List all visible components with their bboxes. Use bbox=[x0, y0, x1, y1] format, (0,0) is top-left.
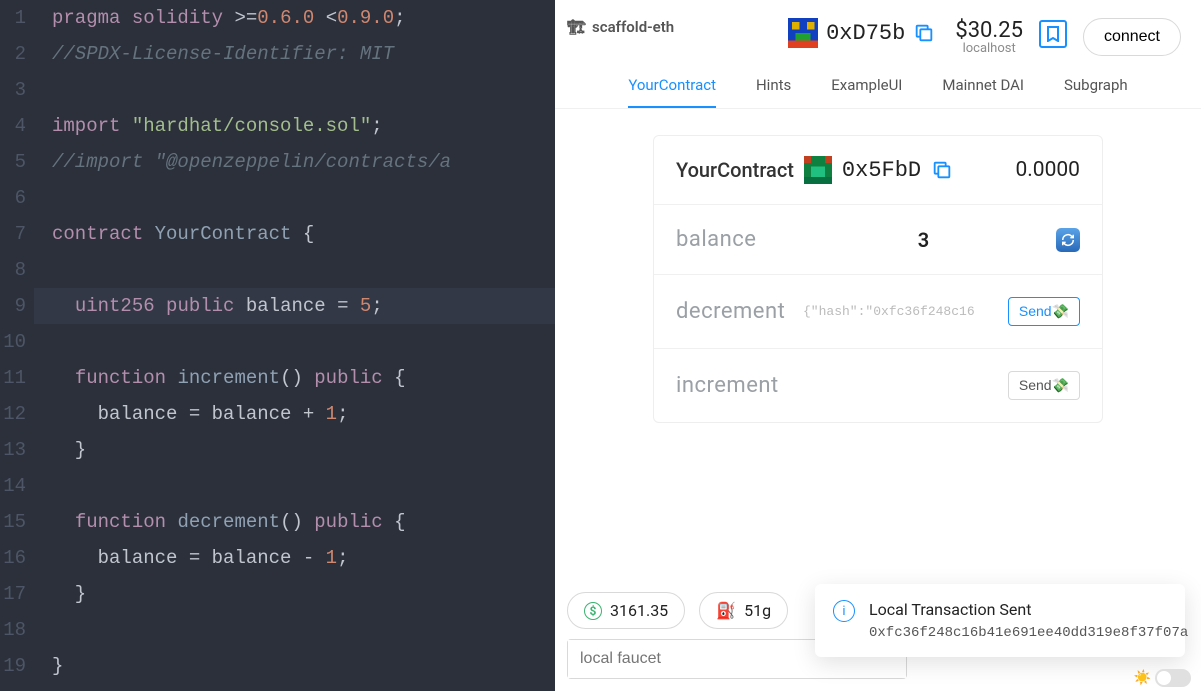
editor-code[interactable]: pragma solidity >=0.6.0 <0.9.0; //SPDX-L… bbox=[34, 0, 555, 691]
eth-balance-value: 3161.35 bbox=[610, 601, 668, 620]
decrement-send-button[interactable]: Send💸 bbox=[1008, 297, 1080, 326]
contract-card: YourContract 0x5FbD 0.0000 balance 3 dec… bbox=[653, 135, 1103, 423]
bookmark-icon bbox=[1046, 26, 1060, 42]
dollar-icon: $ bbox=[584, 602, 602, 620]
wallet-balance-amount: $30.25 bbox=[955, 18, 1023, 43]
increment-row: increment Send💸 bbox=[654, 348, 1102, 422]
fuel-icon: ⛽ bbox=[716, 601, 736, 620]
toast-hash: 0xfc36f248c16b41e691ee40dd319e8f37f07a bbox=[869, 625, 1188, 641]
contract-balance[interactable]: 0.0000 bbox=[1015, 158, 1080, 182]
balance-row: balance 3 bbox=[654, 204, 1102, 274]
wallet-address-short: 0xD75b bbox=[826, 21, 905, 46]
app-header: 🏗 scaffold-eth 0xD75b $30.25 localhost c… bbox=[555, 0, 1201, 56]
balance-label: balance bbox=[676, 227, 791, 252]
transaction-toast: i Local Transaction Sent 0xfc36f248c16b4… bbox=[815, 584, 1185, 657]
refresh-icon bbox=[1061, 233, 1075, 247]
connect-button[interactable]: connect bbox=[1083, 18, 1181, 56]
network-host: localhost bbox=[963, 41, 1016, 56]
decrement-hash-preview: {"hash":"0xfc36f248c16 bbox=[803, 304, 996, 319]
tab-hints[interactable]: Hints bbox=[756, 76, 791, 108]
wallet-bookmark-button[interactable] bbox=[1039, 20, 1067, 48]
refresh-button[interactable] bbox=[1056, 228, 1080, 252]
nav-tabs: YourContract Hints ExampleUI Mainnet DAI Sub… bbox=[555, 56, 1201, 109]
toast-title: Local Transaction Sent bbox=[869, 600, 1188, 619]
theme-switch[interactable] bbox=[1155, 669, 1191, 687]
copy-icon[interactable] bbox=[931, 159, 953, 181]
gas-value: 51g bbox=[744, 601, 771, 620]
editor-gutter: 12345678910111213141516171819 bbox=[0, 0, 34, 691]
wallet-address-chip[interactable]: 0xD75b bbox=[788, 18, 935, 48]
tab-yourcontract[interactable]: YourContract bbox=[628, 76, 716, 108]
increment-label: increment bbox=[676, 373, 791, 398]
info-icon: i bbox=[833, 600, 855, 622]
wallet-blockie-icon bbox=[788, 18, 818, 48]
sun-icon: ☀️ bbox=[1134, 670, 1151, 686]
tab-exampleui[interactable]: ExampleUI bbox=[831, 76, 902, 108]
tab-mainnet-dai[interactable]: Mainnet DAI bbox=[942, 76, 1024, 108]
eth-balance-pill[interactable]: $ 3161.35 bbox=[567, 592, 685, 629]
tab-subgraph[interactable]: Subgraph bbox=[1064, 76, 1128, 108]
decrement-row: decrement {"hash":"0xfc36f248c16 Send💸 bbox=[654, 274, 1102, 348]
code-editor[interactable]: 12345678910111213141516171819 pragma sol… bbox=[0, 0, 555, 691]
scaffold-app: 🏗 scaffold-eth 0xD75b $30.25 localhost c… bbox=[555, 0, 1201, 691]
contract-card-header: YourContract 0x5FbD 0.0000 bbox=[654, 136, 1102, 204]
decrement-label: decrement bbox=[676, 299, 791, 324]
copy-icon[interactable] bbox=[913, 22, 935, 44]
increment-send-button[interactable]: Send💸 bbox=[1008, 371, 1080, 400]
crane-icon: 🏗 bbox=[567, 18, 586, 36]
brand[interactable]: 🏗 scaffold-eth bbox=[567, 18, 674, 36]
contract-blockie-icon bbox=[804, 156, 832, 184]
wallet-balance[interactable]: $30.25 localhost bbox=[955, 18, 1023, 56]
theme-toggle[interactable]: ☀️ bbox=[1134, 669, 1191, 687]
brand-name: scaffold-eth bbox=[592, 18, 674, 36]
contract-title: YourContract bbox=[676, 158, 794, 182]
contract-address-short[interactable]: 0x5FbD bbox=[842, 158, 921, 183]
balance-value: 3 bbox=[803, 228, 1044, 252]
gas-pill[interactable]: ⛽ 51g bbox=[699, 592, 788, 629]
